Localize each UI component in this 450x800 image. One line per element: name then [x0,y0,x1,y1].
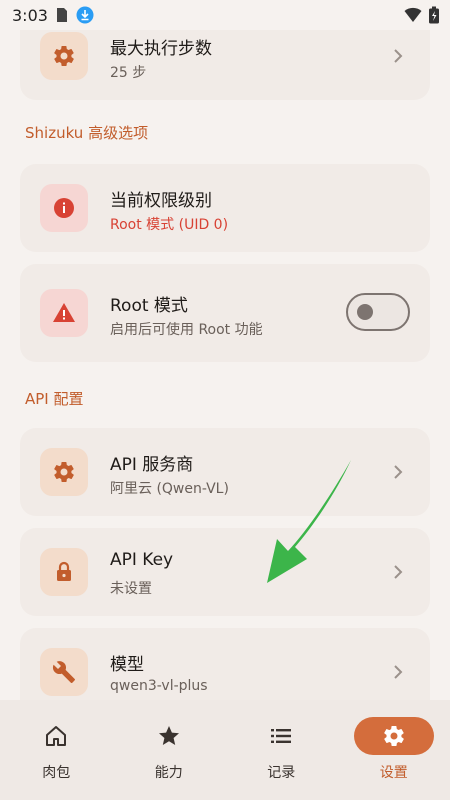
nav-label: 能力 [154,765,183,781]
api-section-header: API 配置 [25,390,84,408]
toggle-knob [357,304,373,320]
warning-icon [40,289,88,337]
api-provider-value: 阿里云 (Qwen-VL) [110,481,229,497]
wrench-icon [40,648,88,696]
star-icon [158,726,179,745]
chevron-right-icon [394,665,403,679]
nav-item-records[interactable]: 记录 [225,700,338,800]
nav-item-settings[interactable]: 设置 [338,700,450,800]
permission-level-card: 当前权限级别 Root 模式 (UID 0) [20,164,430,252]
chevron-right-icon [394,565,403,579]
lock-icon [40,548,88,596]
nav-item-abilities[interactable]: 能力 [113,700,226,800]
api-provider-setting[interactable]: API 服务商 阿里云 (Qwen-VL) [20,428,430,516]
max-steps-title: 最大执行步数 [110,39,212,59]
nav-label: 记录 [267,765,296,781]
root-mode-description: 启用后可使用 Root 功能 [110,322,263,338]
home-icon [46,726,67,746]
permission-level-value: Root 模式 (UID 0) [110,217,229,233]
root-mode-toggle[interactable] [346,293,410,331]
api-key-value: 未设置 [110,581,152,597]
battery-icon [429,6,439,24]
wifi-icon [404,7,422,22]
api-key-title: API Key [110,550,174,570]
chevron-right-icon [394,465,403,479]
shizuku-section-header: Shizuku 高级选项 [25,124,149,142]
model-title: 模型 [110,655,144,675]
info-icon [40,184,88,232]
root-mode-title: Root 模式 [110,296,188,316]
download-icon [76,6,94,24]
max-steps-value: 25 步 [110,65,147,81]
nav-label: 肉包 [42,765,71,781]
list-icon [271,729,292,743]
nav-label: 设置 [379,765,408,781]
sim-card-icon [56,8,67,22]
gear-icon [383,726,404,747]
root-mode-card: Root 模式 启用后可使用 Root 功能 [20,264,430,362]
settings-list: 最大执行步数 25 步 Shizuku 高级选项 当前权限级别 Root 模式 … [0,0,450,700]
nav-item-home[interactable]: 肉包 [0,700,113,800]
api-key-setting[interactable]: API Key 未设置 [20,528,430,616]
status-time: 3:03 [12,5,48,25]
gear-icon [40,448,88,496]
model-value: qwen3-vl-plus [110,678,208,694]
status-bar: 3:03 [0,0,450,30]
annotation-arrow-icon [267,460,351,583]
model-setting[interactable]: 模型 qwen3-vl-plus [20,628,430,700]
chevron-right-icon [394,49,403,63]
permission-level-title: 当前权限级别 [110,191,212,211]
bottom-navigation: 肉包 能力 记录 设置 [0,700,450,800]
gear-icon [40,32,88,80]
api-provider-title: API 服务商 [110,455,194,475]
